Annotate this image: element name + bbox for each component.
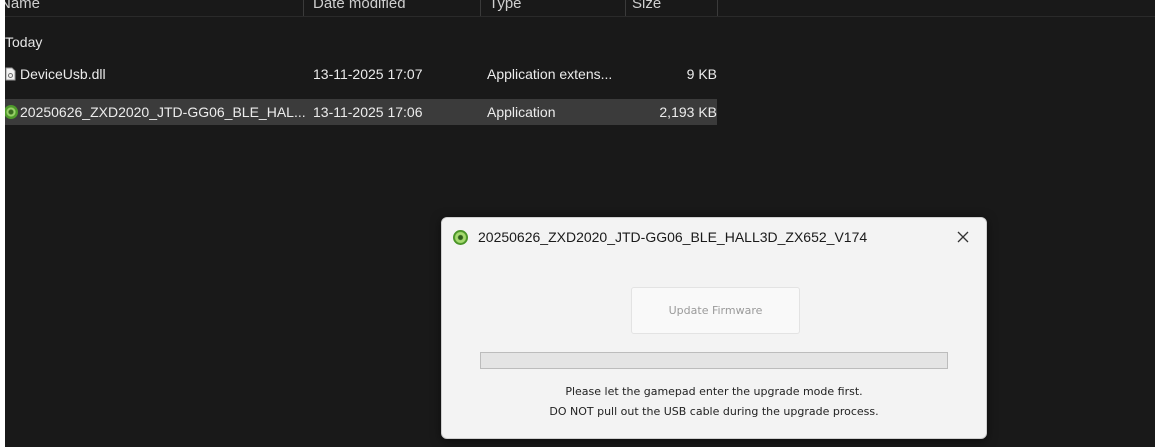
column-header-type[interactable]: Type (489, 0, 522, 16)
firmware-update-dialog: 20250626_ZXD2020_JTD-GG06_BLE_HALL3D_ZX6… (441, 217, 987, 439)
file-date-modified: 13-11-2025 17:07 (313, 66, 423, 82)
file-row[interactable]: DeviceUsb.dll 13-11-2025 17:07 Applicati… (5, 61, 717, 87)
file-name: DeviceUsb.dll (20, 66, 106, 82)
file-name: 20250626_ZXD2020_JTD-GG06_BLE_HAL... (20, 104, 306, 120)
upgrade-progress-bar (480, 352, 948, 369)
file-size: 2,193 KB (659, 104, 717, 120)
update-firmware-button[interactable]: Update Firmware (631, 287, 800, 334)
file-date-modified: 13-11-2025 17:06 (313, 104, 423, 120)
dll-file-icon (5, 67, 16, 81)
dialog-title: 20250626_ZXD2020_JTD-GG06_BLE_HALL3D_ZX6… (478, 229, 868, 245)
file-row-selected[interactable]: 20250626_ZXD2020_JTD-GG06_BLE_HAL... 13-… (5, 99, 717, 125)
column-separator[interactable] (625, 0, 626, 16)
column-separator[interactable] (303, 0, 304, 16)
warning-message: DO NOT pull out the USB cable during the… (549, 405, 879, 418)
group-header-today[interactable]: Today (5, 34, 42, 50)
app-icon (5, 105, 18, 119)
dialog-body: Update Firmware Please let the gamepad e… (442, 256, 986, 438)
close-button[interactable] (940, 218, 986, 256)
column-header-bar: Name Date modified Type Size (5, 0, 1155, 17)
file-type: Application (487, 104, 556, 120)
dialog-titlebar[interactable]: 20250626_ZXD2020_JTD-GG06_BLE_HALL3D_ZX6… (442, 218, 986, 256)
file-type: Application extens... (487, 66, 613, 82)
column-separator[interactable] (480, 0, 481, 16)
column-header-name[interactable]: Name (5, 0, 40, 16)
column-separator[interactable] (717, 0, 718, 16)
instruction-message: Please let the gamepad enter the upgrade… (565, 385, 863, 398)
close-icon (957, 231, 969, 243)
file-size: 9 KB (686, 66, 717, 82)
column-header-date-modified[interactable]: Date modified (313, 0, 406, 16)
column-header-size[interactable]: Size (632, 0, 661, 16)
app-icon (453, 230, 468, 245)
